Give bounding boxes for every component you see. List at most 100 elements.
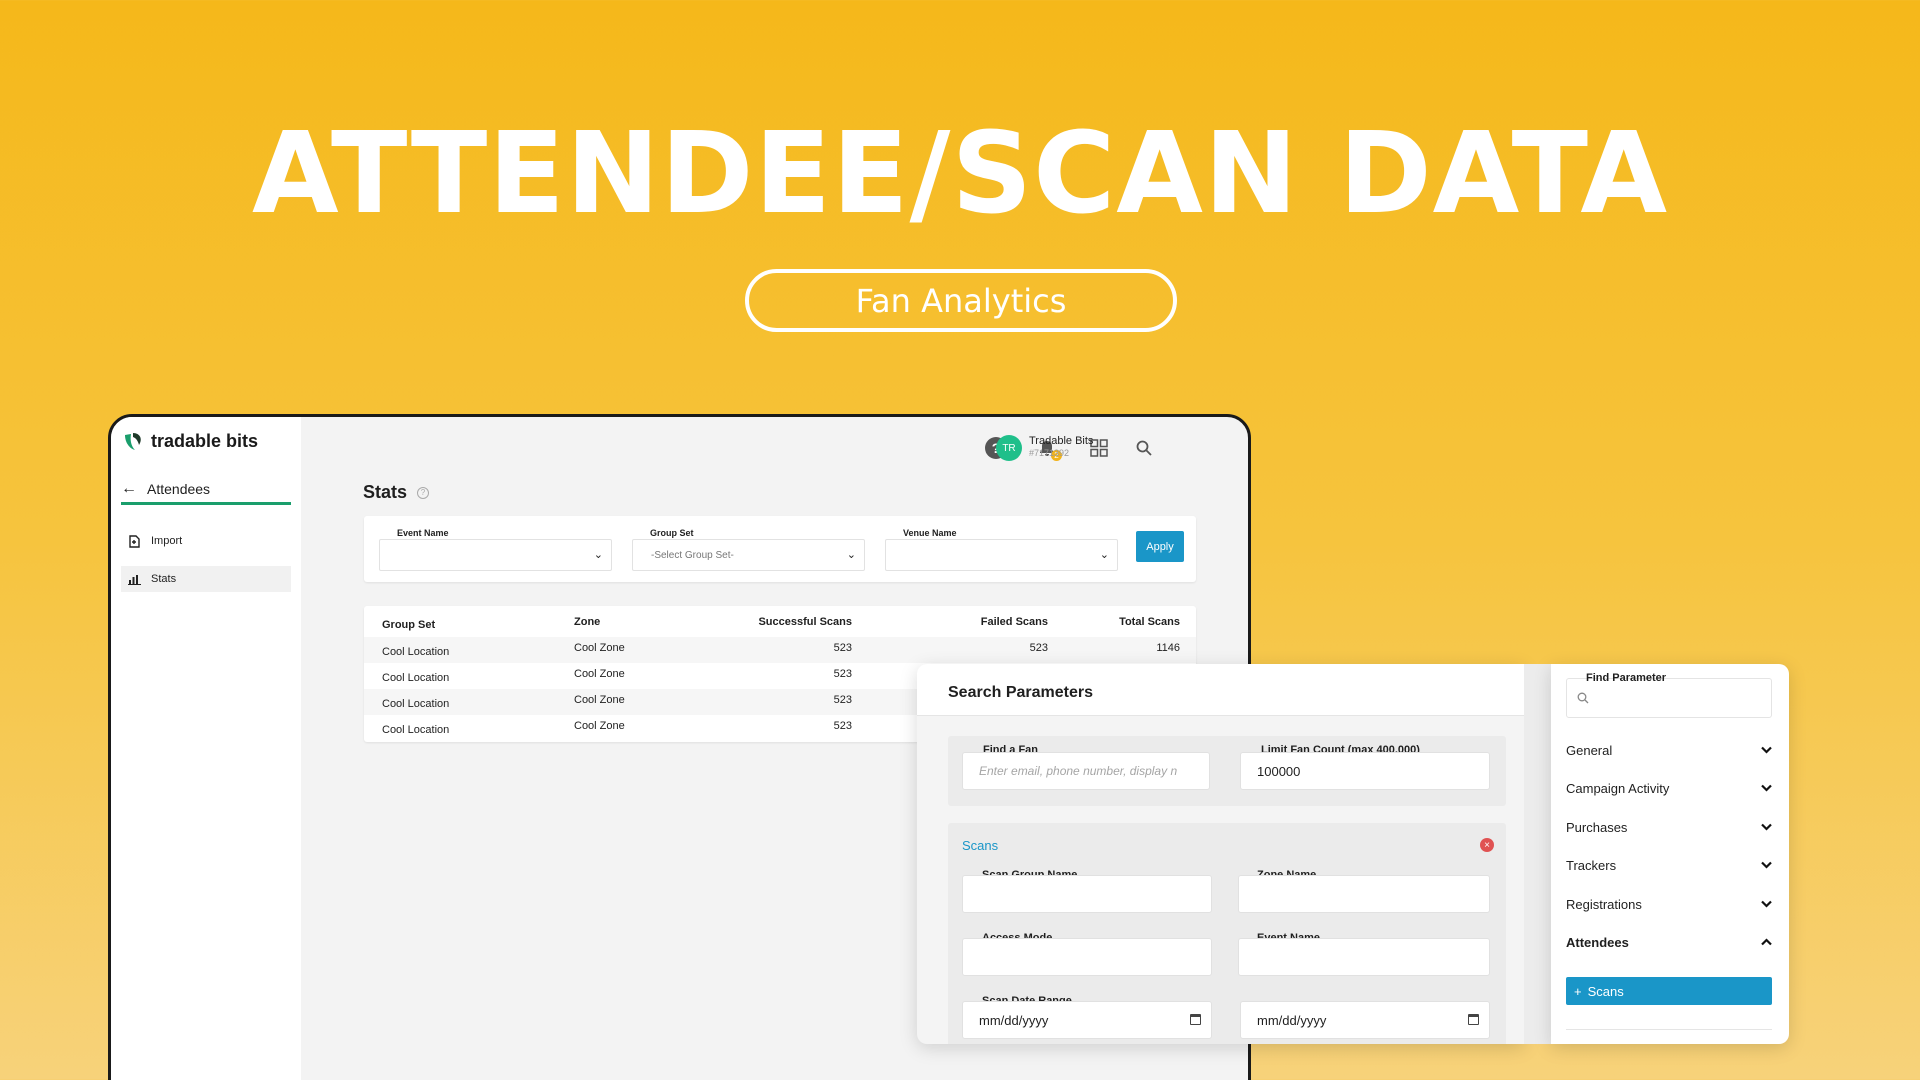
table-cell: Cool Location (382, 724, 450, 736)
date-value: mm/dd/yyyy (1257, 1012, 1327, 1028)
param-group-label: Registrations (1566, 896, 1642, 912)
remove-section-icon[interactable]: × (1480, 838, 1494, 852)
param-group-registrations[interactable]: Registrations (1566, 894, 1772, 914)
zone-name-input[interactable] (1238, 875, 1490, 913)
hero-title: ATTENDEE/SCAN DATA (251, 109, 1669, 239)
param-group-label: Campaign Activity (1566, 780, 1670, 796)
tradable-bits-logo-icon (125, 433, 141, 450)
event-name-filter: Event Name ⌄ (379, 528, 612, 571)
param-group-campaign-activity[interactable]: Campaign Activity (1566, 778, 1772, 798)
limit-fan-count-input[interactable]: 100000 (1240, 752, 1490, 790)
avatar[interactable]: TR (996, 435, 1022, 461)
group-set-select[interactable]: -Select Group Set- ⌄ (632, 539, 865, 571)
scans-block: Scans × Scan Group Name Zone Name Access… (948, 823, 1506, 1044)
filter-label: Venue Name (903, 528, 957, 538)
table-cell: 523 (833, 642, 852, 654)
filter-card: Event Name ⌄ Group Set -Select Group Set… (364, 516, 1196, 582)
sidebar-item-label: Import (151, 535, 183, 547)
fan-search-block: Find a Fan Enter email, phone number, di… (948, 736, 1506, 806)
chevron-up-icon (1761, 935, 1772, 949)
calendar-icon[interactable] (1468, 1014, 1479, 1025)
table-cell: Cool Zone (574, 694, 625, 706)
info-icon[interactable]: ? (417, 486, 430, 499)
table-cell: Cool Location (382, 672, 450, 684)
bar-chart-icon (127, 572, 141, 586)
chevron-down-icon (1761, 858, 1772, 872)
filter-label: Group Set (650, 528, 694, 538)
table-cell: 523 (833, 694, 852, 706)
param-group-label: Trackers (1566, 857, 1617, 873)
chevron-down-icon (1761, 820, 1772, 834)
table-cell: 523 (833, 720, 852, 732)
scans-section-title: Scans (962, 838, 999, 853)
divider (1566, 1029, 1772, 1030)
chevron-down-icon (1761, 743, 1772, 757)
user-id: #7171392 (1029, 448, 1070, 458)
chevron-down-icon (1761, 897, 1772, 911)
topbar: ? 2 (301, 417, 1248, 477)
select-value: -Select Group Set- (651, 549, 734, 561)
search-parameters-panel: Search Parameters Find a Fan Enter email… (917, 664, 1524, 1044)
scan-group-name-input[interactable] (962, 875, 1212, 913)
sidebar-item-stats[interactable]: Stats (121, 566, 291, 592)
apply-button[interactable]: Apply (1136, 531, 1184, 562)
scan-date-from-input[interactable]: mm/dd/yyyy (962, 1001, 1212, 1039)
back-arrow-icon: ← (121, 479, 137, 497)
search-icon[interactable] (1133, 437, 1155, 459)
event-name-select[interactable]: ⌄ (379, 539, 612, 571)
logo-text: tradable bits (151, 430, 259, 451)
sidebar-item-import[interactable]: Import (121, 528, 291, 554)
param-group-attendees[interactable]: Attendees (1566, 932, 1772, 952)
param-group-label: Attendees (1566, 934, 1629, 950)
find-fan-input[interactable]: Enter email, phone number, display n (962, 752, 1210, 790)
date-value: mm/dd/yyyy (979, 1012, 1049, 1028)
table-cell: 1146 (1156, 642, 1180, 654)
sidebar-item-label: Stats (151, 573, 177, 585)
scan-date-to-input[interactable]: mm/dd/yyyy (1240, 1001, 1490, 1039)
column-header: Zone (574, 616, 601, 628)
param-group-general[interactable]: General (1566, 740, 1772, 760)
table-cell: Cool Zone (574, 668, 625, 680)
column-header: Failed Scans (980, 616, 1048, 628)
group-set-filter: Group Set -Select Group Set- ⌄ (632, 528, 865, 571)
search-panel-header: Search Parameters (917, 664, 1524, 716)
table-cell: Cool Location (382, 646, 450, 658)
back-to-attendees[interactable]: ← Attendees (121, 475, 291, 505)
column-header: Successful Scans (758, 616, 852, 628)
chevron-down-icon: ⌄ (593, 549, 603, 561)
add-scans-button[interactable]: + Scans (1566, 977, 1772, 1005)
parameter-list-panel: Find Parameter General Campaign Activity… (1551, 664, 1789, 1044)
param-group-trackers[interactable]: Trackers (1566, 855, 1772, 875)
table-row[interactable]: Cool Location Cool Zone 523 523 1146 (364, 637, 1196, 663)
table-cell: 523 (833, 668, 852, 680)
import-file-icon (127, 534, 141, 548)
chevron-down-icon (1761, 781, 1772, 795)
column-header: Group Set (382, 619, 436, 631)
param-group-purchases[interactable]: Purchases (1566, 817, 1772, 837)
sidebar: tradable bits ← Attendees Import Stats (111, 417, 301, 1080)
add-scans-label: Scans (1587, 983, 1624, 999)
search-icon (1577, 692, 1589, 707)
find-parameter-input[interactable] (1566, 678, 1772, 718)
page-title: Stats ? (363, 482, 430, 503)
venue-name-select[interactable]: ⌄ (885, 539, 1118, 571)
filter-label: Event Name (397, 528, 449, 538)
access-mode-input[interactable] (962, 938, 1212, 976)
event-name-input[interactable] (1238, 938, 1490, 976)
chevron-down-icon: ⌄ (1099, 549, 1109, 561)
plus-icon: + (1574, 983, 1582, 999)
calendar-icon[interactable] (1190, 1014, 1201, 1025)
user-name[interactable]: Tradable Bits (1029, 435, 1093, 447)
back-label: Attendees (147, 480, 211, 497)
page-title-text: Stats (363, 482, 408, 502)
table-cell: Cool Location (382, 698, 450, 710)
chevron-down-icon: ⌄ (846, 549, 856, 561)
logo[interactable]: tradable bits (121, 429, 258, 453)
table-cell: Cool Zone (574, 642, 625, 654)
find-parameter-label: Find Parameter (1586, 672, 1667, 684)
column-header: Total Scans (1119, 616, 1180, 628)
table-cell: Cool Zone (574, 720, 625, 732)
param-group-label: Purchases (1566, 819, 1628, 835)
panel-divider (1524, 664, 1551, 1044)
param-group-label: General (1566, 742, 1613, 758)
